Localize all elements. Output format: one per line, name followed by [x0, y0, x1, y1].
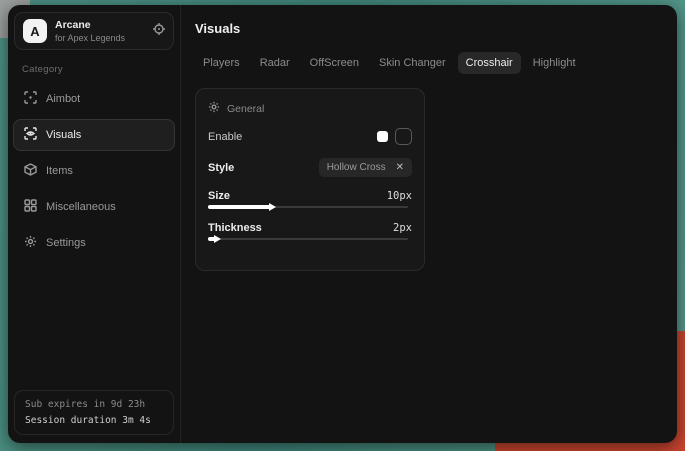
size-value: 10px	[387, 190, 412, 202]
general-settings-card: General Enable Style Hollow Cross ✕	[195, 88, 425, 271]
app-logo: A	[23, 19, 47, 43]
style-label: Style	[208, 162, 234, 174]
app-title: Arcane	[55, 19, 145, 31]
sidebar-item-settings[interactable]: Settings	[13, 227, 175, 259]
sub-expires-text: Sub expires in 9d 23h	[25, 399, 163, 410]
clear-icon[interactable]: ✕	[396, 162, 404, 173]
size-row: Size 10px	[208, 190, 412, 202]
slider-track	[208, 238, 408, 240]
sidebar-item-items[interactable]: Items	[13, 155, 175, 187]
enable-checkbox[interactable]	[395, 128, 412, 145]
enable-label: Enable	[208, 131, 242, 143]
grid-icon	[24, 199, 37, 215]
style-select-value: Hollow Cross	[327, 162, 386, 173]
gear-icon	[24, 235, 37, 251]
session-duration-text: Session duration 3m 4s	[25, 415, 163, 426]
main-panel: Visuals Players Radar OffScreen Skin Cha…	[181, 5, 677, 443]
sidebar-header: A Arcane for Apex Legends	[14, 12, 174, 50]
tab-players[interactable]: Players	[195, 52, 248, 74]
sidebar-item-label: Aimbot	[46, 93, 80, 105]
card-header-label: General	[227, 103, 264, 115]
app-subtitle: for Apex Legends	[55, 33, 145, 43]
thickness-label: Thickness	[208, 222, 262, 234]
size-slider[interactable]	[208, 202, 412, 212]
tab-skin-changer[interactable]: Skin Changer	[371, 52, 454, 74]
card-header: General	[208, 101, 412, 116]
page-title: Visuals	[195, 21, 677, 36]
thickness-value: 2px	[393, 222, 412, 234]
sidebar-item-miscellaneous[interactable]: Miscellaneous	[13, 191, 175, 223]
sidebar-item-aimbot[interactable]: Aimbot	[13, 83, 175, 115]
enable-row: Enable	[208, 128, 412, 145]
subscription-info-panel: Sub expires in 9d 23h Session duration 3…	[14, 390, 174, 435]
slider-fill	[208, 205, 271, 209]
tab-crosshair[interactable]: Crosshair	[458, 52, 521, 74]
tab-radar[interactable]: Radar	[252, 52, 298, 74]
sidebar-item-visuals[interactable]: Visuals	[13, 119, 175, 151]
slider-thumb[interactable]	[214, 235, 221, 243]
thickness-slider[interactable]	[208, 234, 412, 244]
thickness-row: Thickness 2px	[208, 222, 412, 234]
box-icon	[24, 163, 37, 179]
app-window: A Arcane for Apex Legends Category Aimbo…	[8, 5, 677, 443]
tab-highlight[interactable]: Highlight	[525, 52, 584, 74]
sidebar: A Arcane for Apex Legends Category Aimbo…	[8, 5, 181, 443]
sidebar-item-label: Miscellaneous	[46, 201, 116, 213]
size-label: Size	[208, 190, 230, 202]
crosshair-icon	[24, 91, 37, 107]
slider-thumb[interactable]	[269, 203, 276, 211]
sidebar-item-label: Items	[46, 165, 73, 177]
desktop-background: A Arcane for Apex Legends Category Aimbo…	[0, 0, 685, 451]
general-gear-icon	[208, 101, 220, 116]
visuals-tab-bar: Players Radar OffScreen Skin Changer Cro…	[195, 52, 677, 74]
tab-offscreen[interactable]: OffScreen	[302, 52, 367, 74]
style-select[interactable]: Hollow Cross ✕	[319, 158, 412, 177]
sidebar-item-label: Settings	[46, 237, 86, 249]
focus-target-icon[interactable]	[153, 22, 165, 40]
color-swatch[interactable]	[377, 131, 388, 142]
scan-eye-icon	[24, 127, 37, 143]
sidebar-item-label: Visuals	[46, 129, 81, 141]
style-row: Style Hollow Cross ✕	[208, 158, 412, 177]
category-label: Category	[22, 64, 180, 75]
